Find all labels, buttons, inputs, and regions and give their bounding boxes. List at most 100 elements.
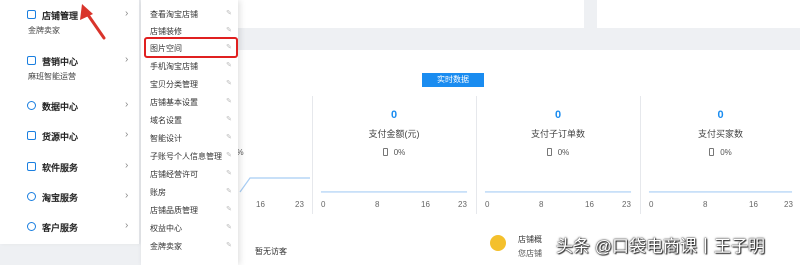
realtime-data-tab[interactable]: 实时数据 — [422, 73, 484, 87]
submenu-item-label: 手机淘宝店铺 — [150, 62, 198, 71]
sidebar-subtext[interactable]: 麻班智能运营 — [28, 71, 76, 82]
no-visitor-text: 暂无访客 — [255, 247, 287, 256]
stat-percent: 0% — [313, 148, 475, 157]
taobao-service-icon — [27, 192, 36, 201]
sidebar-item-label: 淘宝服务 — [42, 193, 79, 203]
axis-label: 0 — [321, 200, 326, 209]
axis-label: 8 — [375, 200, 380, 209]
stat-value: 0 — [554, 109, 562, 121]
sidebar-item-data-center[interactable]: 数据中心 › — [0, 95, 140, 117]
submenu-item-label: 金牌卖家 — [150, 242, 182, 251]
submenu-item[interactable]: 查看淘宝店铺 ✎ — [141, 5, 238, 23]
submenu-item-label: 店铺经营许可 — [150, 170, 198, 179]
notice-subtitle: 您店铺 — [518, 249, 542, 258]
submenu-item-label: 宝贝分类管理 — [150, 80, 198, 89]
chevron-right-icon: › — [125, 8, 129, 19]
axis-label: 23 — [458, 200, 467, 209]
annotation-arrow — [80, 4, 106, 40]
chevron-right-icon: › — [125, 129, 129, 140]
submenu-item[interactable]: 域名设置 ✎ — [141, 111, 238, 129]
chevron-right-icon: › — [125, 54, 129, 65]
sidebar-item-supply-center[interactable]: 货源中心 › — [0, 125, 140, 147]
sidebar-item-label: 软件服务 — [42, 163, 79, 173]
axis-label: 16 — [749, 200, 758, 209]
pin-icon[interactable]: ✎ — [226, 151, 232, 159]
lightbulb-icon — [490, 235, 506, 251]
submenu-item[interactable]: 手机淘宝店铺 ✎ — [141, 57, 238, 75]
sidebar-item-label: 客户服务 — [42, 223, 79, 233]
pin-icon[interactable]: ✎ — [226, 26, 232, 34]
axis-label: 23 — [622, 200, 631, 209]
data-icon — [27, 101, 36, 110]
sparkline — [484, 191, 632, 193]
stat-card: 0 支付买家数 0% 0 8 16 23 — [640, 96, 800, 214]
stat-label: 支付子订单数 — [530, 129, 585, 139]
pin-icon[interactable]: ✎ — [226, 61, 232, 69]
customer-service-icon — [27, 222, 36, 231]
submenu-item[interactable]: 子账号个人信息管理 ✎ — [141, 147, 238, 165]
axis-label: 8 — [539, 200, 544, 209]
pin-icon[interactable]: ✎ — [226, 9, 232, 17]
pin-icon[interactable]: ✎ — [226, 205, 232, 213]
pin-icon[interactable]: ✎ — [226, 187, 232, 195]
sidebar-item-customer-service[interactable]: 客户服务 › — [0, 216, 140, 238]
submenu-item[interactable]: 权益中心 ✎ — [141, 219, 238, 237]
sparkline — [648, 191, 793, 193]
submenu-item-label: 店铺装修 — [150, 27, 182, 36]
pin-icon[interactable]: ✎ — [226, 79, 232, 87]
submenu-item[interactable]: 宝贝分类管理 ✎ — [141, 75, 238, 93]
notice-title: 店铺概 — [518, 235, 542, 244]
sidebar-item-label: 营销中心 — [42, 57, 79, 67]
submenu-item[interactable]: 金牌卖家 ✎ — [141, 237, 238, 255]
submenu-item-label: 子账号个人信息管理 — [150, 152, 222, 161]
sidebar-subtext[interactable]: 金牌卖家 — [28, 25, 60, 36]
pin-icon[interactable]: ✎ — [226, 169, 232, 177]
stat-percent: 0% — [641, 148, 800, 157]
axis-label: 23 — [784, 200, 793, 209]
submenu-item-label: 权益中心 — [150, 224, 182, 233]
axis-label: 23 — [295, 200, 304, 209]
pin-icon[interactable]: ✎ — [226, 97, 232, 105]
submenu-item-label: 账房 — [150, 188, 166, 197]
submenu-item[interactable]: 账房 ✎ — [141, 183, 238, 201]
grid-icon — [27, 162, 36, 171]
submenu-item[interactable]: 店铺品质管理 ✎ — [141, 201, 238, 219]
submenu-item[interactable]: 店铺经营许可 ✎ — [141, 165, 238, 183]
top-card — [597, 0, 800, 28]
stat-percent: 0% — [477, 148, 639, 157]
submenu-item[interactable]: 智能设计 ✎ — [141, 129, 238, 147]
axis-label: 0 — [649, 200, 654, 209]
submenu-item-label: 智能设计 — [150, 134, 182, 143]
mobile-icon — [709, 148, 715, 156]
highlight-box — [144, 37, 238, 58]
axis-label: 16 — [585, 200, 594, 209]
sidebar-item-label: 货源中心 — [42, 132, 79, 142]
chevron-right-icon: › — [125, 160, 129, 171]
pin-icon[interactable]: ✎ — [226, 223, 232, 231]
axis-label: 0 — [485, 200, 490, 209]
submenu-item[interactable]: 店铺基本设置 ✎ — [141, 93, 238, 111]
watermark: 头条 @口袋电商课丨王子明 — [556, 237, 765, 256]
supply-icon — [27, 131, 36, 140]
axis-label: 16 — [256, 200, 265, 209]
stat-percent-value: 0% — [720, 148, 732, 157]
stat-percent-value: 0% — [393, 148, 406, 157]
stat-value: 0 — [717, 109, 724, 121]
submenu-item-label: 查看淘宝店铺 — [150, 10, 198, 19]
sidebar-item-marketing-center[interactable]: 营销中心 › — [0, 50, 140, 72]
sidebar-item-software-services[interactable]: 软件服务 › — [0, 156, 140, 178]
sidebar-item-taobao-services[interactable]: 淘宝服务 › — [0, 186, 140, 208]
stat-card: 0 支付金额(元) 0% 0 8 16 23 — [312, 96, 475, 214]
axis-label: 8 — [703, 200, 708, 209]
stat-label: 支付金额(元) — [368, 129, 420, 139]
pin-icon[interactable]: ✎ — [226, 133, 232, 141]
marketing-icon — [27, 56, 36, 65]
stat-percent-value: 0% — [557, 148, 570, 157]
pin-icon[interactable]: ✎ — [226, 241, 232, 249]
mobile-icon — [382, 148, 388, 156]
stat-value: 0 — [390, 109, 398, 121]
top-card — [224, 0, 584, 28]
chevron-right-icon: › — [125, 220, 129, 231]
pin-icon[interactable]: ✎ — [226, 115, 232, 123]
submenu-item-label: 店铺基本设置 — [150, 98, 198, 107]
